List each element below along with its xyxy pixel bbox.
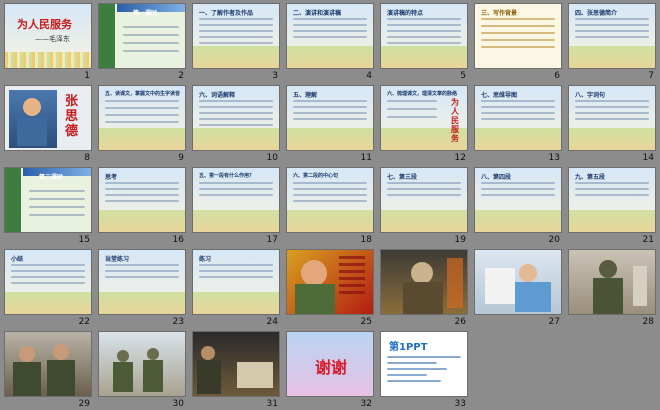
- slide-thumbnail[interactable]: 七、第三段: [380, 167, 468, 233]
- slide-thumbnail[interactable]: 四、张思德简介: [568, 3, 656, 69]
- slide-title: 小结: [11, 256, 24, 263]
- slide-thumbnail[interactable]: 第1PPT: [380, 331, 468, 397]
- slide-number: 19: [454, 235, 466, 245]
- slide-subtitle: ——毛泽东: [35, 35, 70, 43]
- slide-number: 11: [360, 153, 372, 163]
- slide-number: 2: [178, 71, 184, 81]
- slide-title: 六、第二段的中心句: [293, 173, 339, 179]
- slide-thumbnail[interactable]: 小结: [4, 249, 92, 315]
- slide-number: 3: [272, 71, 278, 81]
- slide-number: 23: [172, 317, 184, 327]
- slide-number: 9: [178, 153, 184, 163]
- slide-thumbnail[interactable]: 演讲稿的特点: [380, 3, 468, 69]
- slide-title: 七、第三段: [387, 174, 418, 181]
- slide-thumbnail[interactable]: 七、思维导图: [474, 85, 562, 151]
- slide-sorter: 为人民服务 ——毛泽东 1 第一课时 2 一、了解作者及作品 3 二、演讲和演讲…: [0, 0, 660, 410]
- slide-number: 20: [548, 235, 560, 245]
- slide-thumbnail[interactable]: [192, 331, 280, 397]
- slide-title: 思考: [105, 174, 118, 181]
- slide-title: 为人民服务: [17, 18, 72, 31]
- slide-thumbnail[interactable]: 为人民服务 ——毛泽东: [4, 3, 92, 69]
- slide-title: 五、理解: [293, 92, 318, 99]
- slide-number: 32: [360, 399, 372, 409]
- slide-thumbnail[interactable]: 五、第一段有什么作用？: [192, 167, 280, 233]
- slide-number: 28: [642, 317, 654, 327]
- slide-number: 22: [78, 317, 90, 327]
- slide-thumbnail[interactable]: 六、梳理课文，理清文章的脉络 为人民服务: [380, 85, 468, 151]
- slide-thumbnail[interactable]: 六、词语解释: [192, 85, 280, 151]
- slide-thumbnail[interactable]: 谢谢: [286, 331, 374, 397]
- slide-thumbnail[interactable]: [98, 331, 186, 397]
- slide-thumbnail[interactable]: 思考: [98, 167, 186, 233]
- slide-thumbnail[interactable]: [380, 249, 468, 315]
- slide-title: 五、读课文，掌握文中的生字读音: [105, 91, 181, 97]
- slide-number: 30: [172, 399, 184, 409]
- slide-thumbnail[interactable]: 八、字词句: [568, 85, 656, 151]
- slide-thumbnail[interactable]: 九、第五段: [568, 167, 656, 233]
- slide-title: 七、思维导图: [481, 92, 518, 99]
- slide-number: 27: [548, 317, 560, 327]
- slide-thumbnail[interactable]: [474, 249, 562, 315]
- slide-number: 5: [460, 71, 466, 81]
- slide-number: 1: [84, 71, 90, 81]
- slide-title: 六、梳理课文，理清文章的脉络: [387, 91, 458, 97]
- slide-title: 当堂练习: [105, 256, 130, 263]
- slide-number: 15: [78, 235, 90, 245]
- slide-number: 18: [360, 235, 372, 245]
- slide-thumbnail[interactable]: 五、理解: [286, 85, 374, 151]
- slide-number: 6: [554, 71, 560, 81]
- slide-number: 26: [454, 317, 466, 327]
- slide-thumbnail[interactable]: [568, 249, 656, 315]
- slide-number: 33: [454, 399, 466, 409]
- slide-side-label: 为人民服务: [451, 97, 459, 143]
- slide-number: 16: [172, 235, 184, 245]
- slide-thumbnail[interactable]: 三、写作背景: [474, 3, 562, 69]
- slide-number: 21: [642, 235, 654, 245]
- slide-thumbnail[interactable]: 当堂练习: [98, 249, 186, 315]
- slide-number: 8: [84, 153, 90, 163]
- slide-number: 25: [360, 317, 372, 327]
- slide-number: 7: [648, 71, 654, 81]
- slide-title: 四、张思德简介: [575, 10, 618, 17]
- slide-thumbnail[interactable]: [286, 249, 374, 315]
- slide-title: 五、第一段有什么作用？: [199, 173, 255, 179]
- slide-thumbnail[interactable]: 第二课时: [4, 167, 92, 233]
- slide-thumbnail[interactable]: 二、演讲和演讲稿: [286, 3, 374, 69]
- slide-thumbnail[interactable]: 一、了解作者及作品: [192, 3, 280, 69]
- slide-title: 六、词语解释: [199, 92, 236, 99]
- slide-title: 二、演讲和演讲稿: [293, 10, 342, 17]
- slide-thumbnail[interactable]: 张思德: [4, 85, 92, 151]
- slide-number: 4: [366, 71, 372, 81]
- slide-title: 八、字词句: [575, 92, 606, 99]
- slide-thumbnail[interactable]: 练习: [192, 249, 280, 315]
- slide-number: 31: [266, 399, 278, 409]
- slide-thumbnail[interactable]: 五、读课文，掌握文中的生字读音: [98, 85, 186, 151]
- slide-number: 17: [266, 235, 278, 245]
- slide-title: 三、写作背景: [481, 10, 518, 17]
- slide-title: 张思德: [65, 94, 79, 139]
- slide-number: 14: [642, 153, 654, 163]
- slide-number: 10: [266, 153, 278, 163]
- slide-title: 九、第五段: [575, 174, 606, 181]
- slide-number: 29: [78, 399, 90, 409]
- slide-title: 演讲稿的特点: [387, 10, 424, 17]
- slide-thumbnail[interactable]: 六、第二段的中心句: [286, 167, 374, 233]
- slide-title: 第1PPT: [389, 342, 428, 353]
- slide-title: 谢谢: [315, 358, 348, 377]
- slide-title: 八、第四段: [481, 174, 512, 181]
- slide-thumbnail[interactable]: [4, 331, 92, 397]
- slide-thumbnail[interactable]: 第一课时: [98, 3, 186, 69]
- slide-title: 第一课时: [133, 10, 158, 17]
- slide-title: 练习: [199, 256, 212, 263]
- slide-title: 第二课时: [39, 174, 64, 181]
- slide-thumbnail[interactable]: 八、第四段: [474, 167, 562, 233]
- slide-number: 12: [454, 153, 466, 163]
- slide-number: 24: [266, 317, 278, 327]
- slide-number: 13: [548, 153, 560, 163]
- slide-title: 一、了解作者及作品: [199, 10, 254, 17]
